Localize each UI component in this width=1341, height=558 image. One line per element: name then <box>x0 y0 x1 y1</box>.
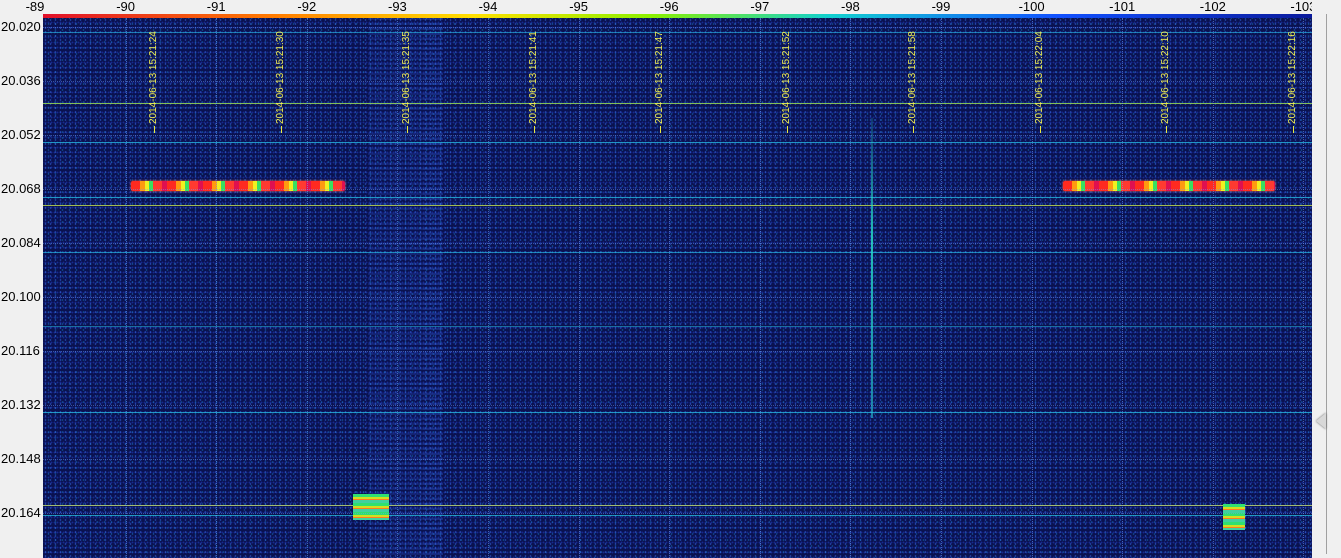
y-tick-label: 20.052 <box>1 127 41 142</box>
x-tick-label: -100 <box>1018 0 1045 14</box>
timestamp-tick <box>280 126 282 133</box>
timestamp-tick <box>660 126 661 133</box>
y-axis: 20.020 20.036 20.052 20.068 20.084 20.100 20.1… <box>0 17 43 558</box>
y-tick-label: 20.020 <box>1 19 41 34</box>
grid-line-vertical <box>397 18 399 558</box>
x-tick-label: -99 <box>931 0 951 14</box>
signal-burst <box>353 494 389 520</box>
grid-line-vertical <box>1031 18 1033 558</box>
x-tick-label: -90 <box>116 0 135 14</box>
timestamp-tick <box>913 126 914 133</box>
timestamp-label: 2014-06-13 15:21:30 <box>274 31 286 124</box>
x-tick-label: -96 <box>659 0 679 14</box>
grid-line-horizontal <box>43 351 1312 352</box>
signal-streak <box>871 118 873 418</box>
y-tick-label: 20.084 <box>1 235 41 250</box>
grid-line-horizontal <box>43 81 1312 82</box>
grid-line-vertical <box>759 18 761 558</box>
x-tick-label: -94 <box>478 0 498 14</box>
y-tick-label: 20.100 <box>1 289 41 304</box>
signal-burst <box>1223 504 1245 530</box>
grid-line-vertical <box>488 18 489 558</box>
grid-line-horizontal <box>43 513 1312 514</box>
grid-line-vertical <box>941 18 942 558</box>
x-tick-label: -92 <box>297 0 317 14</box>
y-tick-label: 20.148 <box>1 451 41 466</box>
grid-line-horizontal <box>43 459 1312 460</box>
timestamp-label: 2014-06-13 15:21:35 <box>401 31 412 124</box>
x-tick-label: -93 <box>387 0 407 14</box>
x-tick-label: -91 <box>206 0 226 14</box>
timestamp-label: 2014-06-13 15:21:52 <box>780 31 792 124</box>
scroll-thumb[interactable] <box>1316 413 1326 429</box>
grid-line-horizontal <box>43 243 1312 244</box>
grid-line-horizontal <box>43 297 1312 298</box>
grid-line-horizontal <box>43 135 1312 136</box>
grid-line-vertical <box>125 18 127 558</box>
y-tick-label: 20.164 <box>1 505 41 520</box>
timestamp-tick <box>1292 126 1294 133</box>
grid-line-vertical <box>306 18 308 558</box>
x-tick-label: -95 <box>569 0 588 14</box>
timestamp-tick <box>407 126 408 133</box>
grid-line-vertical <box>216 18 218 558</box>
grid-line-vertical <box>578 18 580 558</box>
x-tick-label: -89 <box>25 0 45 14</box>
timestamp-tick <box>786 126 788 133</box>
y-tick-label: 20.068 <box>1 181 41 196</box>
grid-line-horizontal <box>43 405 1312 406</box>
timestamp-label: 2014-06-13 15:21:41 <box>527 31 539 124</box>
grid-line-horizontal <box>43 27 1312 28</box>
timestamp-label: 2014-06-13 15:22:04 <box>1033 31 1045 124</box>
timestamp-tick <box>533 126 535 133</box>
x-tick-label: -101 <box>1109 0 1136 14</box>
timestamp-label: 2014-06-13 15:21:47 <box>654 31 665 124</box>
timestamp-tick <box>1039 126 1041 133</box>
y-tick-label: 20.132 <box>1 397 41 412</box>
timestamp-label: 2014-06-13 15:22:10 <box>1160 31 1171 124</box>
timestamp-label: 2014-06-13 15:22:16 <box>1286 31 1298 124</box>
scroll-rail <box>1326 14 1327 554</box>
timestamp-tick <box>1166 126 1167 133</box>
grid-line-vertical <box>1212 18 1214 558</box>
scrollbar[interactable] <box>1312 0 1341 558</box>
timestamp-tick <box>154 126 155 133</box>
timestamp-label: 2014-06-13 15:21:58 <box>907 31 918 124</box>
grid-line-vertical <box>1122 18 1124 558</box>
y-tick-label: 20.036 <box>1 73 41 88</box>
grid-line-vertical <box>669 18 671 558</box>
x-tick-label: -97 <box>750 0 770 14</box>
noise-band <box>423 18 443 558</box>
timestamp-label: 2014-06-13 15:21:24 <box>148 31 159 124</box>
grid-line-vertical <box>850 18 852 558</box>
waterfall-plot[interactable]: 2014-06-13 15:21:24 2014-06-13 15:21:30 20… <box>43 18 1312 558</box>
grid-line-vertical <box>1303 18 1305 558</box>
y-tick-label: 20.116 <box>1 343 40 358</box>
x-tick-label: -102 <box>1199 0 1226 14</box>
grid-line-horizontal <box>43 189 1312 190</box>
x-tick-label: -98 <box>840 0 860 14</box>
